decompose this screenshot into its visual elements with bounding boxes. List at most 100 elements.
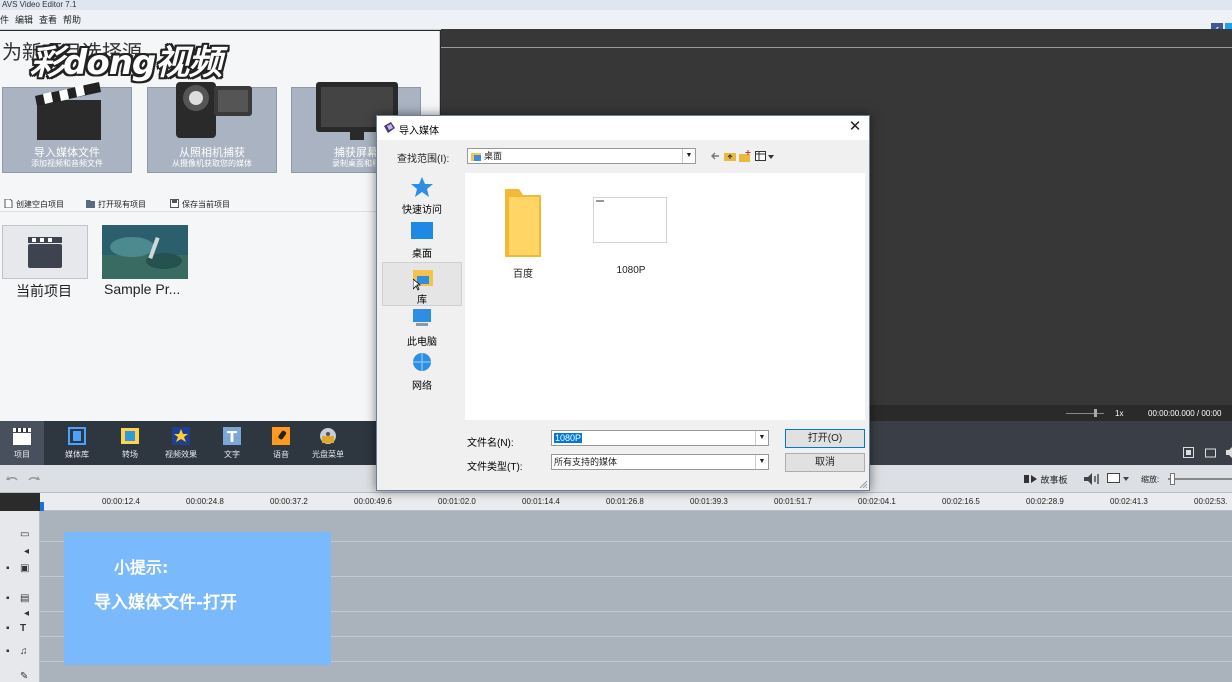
import-media-tile[interactable]: 导入媒体文件 添加视频和音频文件 <box>2 82 132 173</box>
zoom-label: 缩放: <box>1141 475 1160 484</box>
zoom-thumb[interactable] <box>1170 473 1175 485</box>
menu-file[interactable]: 件 <box>0 10 9 30</box>
up-folder-icon[interactable] <box>724 150 736 162</box>
tool-transitions[interactable]: 转场 <box>105 421 155 465</box>
snapshot-icon[interactable] <box>1205 447 1216 458</box>
tip-title: 小提示: <box>114 558 169 577</box>
volume-slider[interactable] <box>1066 413 1104 414</box>
lock-icon[interactable]: ▪ <box>6 646 10 657</box>
video-file-thumbnail <box>593 197 667 243</box>
places-bar: 快速访问 桌面 库 此电脑 网络 <box>382 173 462 420</box>
sample-project-label: Sample Pr... <box>104 281 181 297</box>
chevron-down-icon[interactable]: ▼ <box>755 455 768 469</box>
desktop-icon <box>411 222 433 239</box>
time-ruler[interactable]: 00:00:12.4 00:00:24.8 00:00:37.2 00:00:4… <box>40 493 1232 511</box>
look-in-dropdown[interactable]: 桌面 ▼ <box>467 148 696 164</box>
file-name-input[interactable]: 1080P ▼ <box>551 430 769 446</box>
tool-video-effects[interactable]: 视频效果 <box>156 421 206 465</box>
file-list: 百度 1080P <box>465 173 865 420</box>
tick-label: 00:01:39.3 <box>690 497 728 506</box>
current-project-thumb[interactable] <box>2 225 88 279</box>
tool-label: 文字 <box>224 450 240 459</box>
star-icon <box>411 177 433 197</box>
storyboard-label: 故事板 <box>1040 475 1068 485</box>
place-label: 网络 <box>412 381 432 392</box>
open-button[interactable]: 打开(O) <box>785 429 865 448</box>
tip-box: 小提示: 导入媒体文件-打开 <box>64 532 331 665</box>
monitor-dropdown-icon[interactable] <box>1107 473 1129 485</box>
tick-label: 00:02:16.5 <box>942 497 980 506</box>
storyboard-toggle[interactable]: 故事板 <box>1024 473 1068 486</box>
tool-label: 光盘菜单 <box>312 450 344 459</box>
create-blank-project[interactable]: 创建空白项目 <box>4 199 64 210</box>
file-type-select[interactable]: 所有支持的媒体 ▼ <box>551 454 769 470</box>
place-desktop[interactable]: 桌面 <box>382 217 462 261</box>
zoom-slider[interactable] <box>1168 478 1232 480</box>
tip-body: 导入媒体文件-打开 <box>94 593 238 613</box>
tool-label: 项目 <box>14 450 30 459</box>
action-label: 保存当前项目 <box>182 200 230 209</box>
chevron-down-icon[interactable]: ▼ <box>682 149 695 163</box>
volume-thumb[interactable] <box>1094 409 1097 417</box>
film-strip-icon <box>68 427 86 445</box>
place-libraries[interactable]: 库 <box>382 262 462 306</box>
track-audio-icon[interactable]: ◂ <box>24 546 29 557</box>
chevron-down-icon[interactable]: ▼ <box>755 431 768 445</box>
view-menu-icon[interactable] <box>755 150 775 162</box>
volume-icon[interactable] <box>1226 447 1232 458</box>
place-label: 桌面 <box>412 249 432 260</box>
dialog-title: 导入媒体 <box>399 126 439 137</box>
folder-icon <box>505 189 541 257</box>
tick-label: 00:02:41.3 <box>1110 497 1148 506</box>
cancel-button[interactable]: 取消 <box>785 453 865 472</box>
tick-label: 00:02:28.9 <box>1026 497 1064 506</box>
sample-project-thumb[interactable] <box>102 225 188 279</box>
menu-view[interactable]: 查看 <box>39 10 57 30</box>
undo-icon[interactable] <box>6 474 18 484</box>
place-quick-access[interactable]: 快速访问 <box>382 173 462 217</box>
action-label: 创建空白项目 <box>16 200 64 209</box>
place-this-pc[interactable]: 此电脑 <box>382 305 462 349</box>
tick-label: 00:02:04.1 <box>858 497 896 506</box>
close-icon[interactable]: ✕ <box>847 119 863 135</box>
tool-media-library[interactable]: 媒体库 <box>52 421 102 465</box>
voice-track-icon[interactable]: ✎ <box>20 671 28 682</box>
audio-icon[interactable] <box>1084 473 1102 485</box>
back-arrow-icon[interactable] <box>709 150 721 162</box>
music-track-icon[interactable]: ♫ <box>20 646 28 657</box>
redo-icon[interactable] <box>28 474 40 484</box>
lock-icon[interactable]: ▪ <box>6 623 10 634</box>
effect-track-icon[interactable]: ▣ <box>20 563 29 574</box>
tool-project[interactable]: 项目 <box>0 421 44 465</box>
fullscreen-icon[interactable] <box>1183 447 1194 458</box>
overlay-track-icon[interactable]: ▤ <box>20 593 29 604</box>
video-track-icon[interactable]: ▭ <box>20 529 29 540</box>
resize-grip-icon[interactable] <box>859 480 867 488</box>
lock-icon[interactable]: ▪ <box>6 563 10 574</box>
import-media-dialog: 导入媒体 ✕ 查找范围(I): 桌面 ▼ 快速访问 桌面 库 此电脑 网络 百度… <box>376 115 870 491</box>
preview-divider <box>441 47 1232 48</box>
menu-help[interactable]: 帮助 <box>63 10 81 30</box>
transition-icon <box>121 428 139 444</box>
tool-text[interactable]: T 文字 <box>207 421 257 465</box>
text-track-icon[interactable]: T <box>20 623 26 634</box>
tick-label: 00:00:24.8 <box>186 497 224 506</box>
clapperboard-icon <box>28 237 62 268</box>
file-type-value: 所有支持的媒体 <box>554 457 618 467</box>
tool-label: 转场 <box>122 450 138 459</box>
tool-voice[interactable]: 语音 <box>256 421 306 465</box>
camera-capture-tile[interactable]: 从照相机捕获 从摄像机获取您的媒体 <box>147 82 277 173</box>
new-folder-icon[interactable] <box>739 150 751 162</box>
tool-disc-menu[interactable]: 光盘菜单 <box>303 421 353 465</box>
playhead[interactable] <box>40 502 44 511</box>
lock-icon[interactable]: ▪ <box>6 593 10 604</box>
track-headers: ▭ ◂ ▪ ▣ ▪ ▤ ◂ ▪ T ▪ ♫ ✎ <box>0 511 40 682</box>
save-icon <box>170 199 179 208</box>
open-existing-project[interactable]: 打开现有项目 <box>86 199 146 210</box>
place-network[interactable]: 网络 <box>382 349 462 393</box>
save-current-project[interactable]: 保存当前项目 <box>170 199 230 210</box>
speed-label[interactable]: 1x <box>1115 409 1123 418</box>
track-audio-icon[interactable]: ◂ <box>24 608 29 619</box>
place-label: 此电脑 <box>407 337 437 348</box>
menu-edit[interactable]: 编辑 <box>15 10 33 30</box>
